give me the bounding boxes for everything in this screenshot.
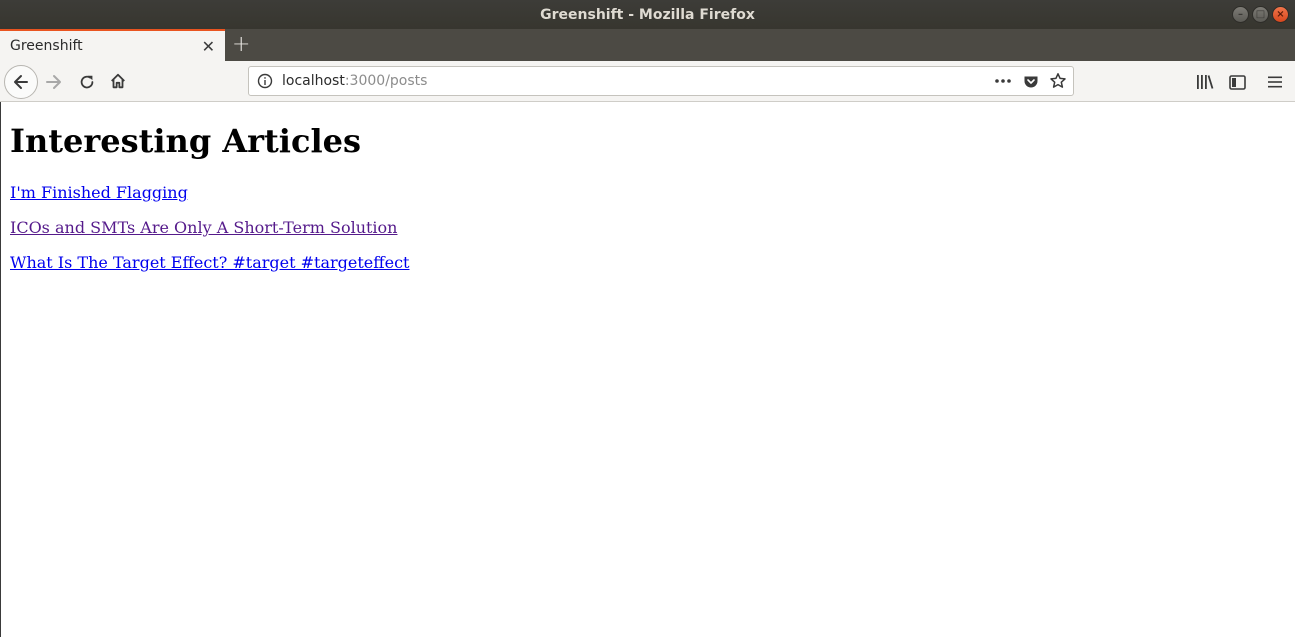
pocket-icon — [1024, 76, 1038, 88]
minimize-icon: – — [1238, 8, 1243, 20]
library-button[interactable] — [1195, 72, 1215, 92]
window-controls: – □ × — [1232, 6, 1289, 23]
window-title: Greenshift - Mozilla Firefox — [540, 6, 755, 23]
back-icon — [14, 75, 28, 89]
menu-button[interactable] — [1265, 72, 1285, 92]
bookmark-button[interactable] — [1049, 72, 1067, 90]
forward-button[interactable] — [44, 72, 64, 92]
back-button[interactable] — [4, 65, 38, 99]
url-host: localhost — [282, 73, 345, 89]
reload-button[interactable] — [77, 72, 97, 92]
url-path: :3000/posts — [344, 73, 428, 89]
forward-icon — [46, 75, 61, 89]
home-button[interactable] — [108, 71, 128, 91]
page-title: Interesting Articles — [10, 122, 361, 160]
site-info-button[interactable] — [257, 73, 273, 93]
post-link[interactable]: ICOs and SMTs Are Only A Short-Term Solu… — [10, 218, 397, 237]
pocket-button[interactable] — [1022, 73, 1040, 91]
tab-greenshift[interactable]: Greenshift ✕ — [0, 29, 225, 61]
close-icon: × — [1276, 8, 1285, 20]
window-titlebar: Greenshift - Mozilla Firefox – □ × — [0, 0, 1295, 29]
home-icon — [111, 73, 125, 89]
tab-label: Greenshift — [10, 38, 83, 54]
close-window-button[interactable]: × — [1272, 6, 1289, 23]
url-bar[interactable]: localhost:3000/posts — [248, 66, 1074, 96]
sidebar-button[interactable] — [1227, 72, 1247, 92]
reload-icon — [80, 75, 94, 89]
tab-close-icon[interactable]: ✕ — [202, 37, 215, 56]
url-text: localhost:3000/posts — [282, 73, 427, 89]
maximize-icon: □ — [1255, 8, 1266, 20]
navigation-toolbar: localhost:3000/posts — [0, 61, 1295, 102]
tab-strip: Greenshift ✕ + — [0, 29, 1295, 61]
post-link[interactable]: What Is The Target Effect? #target #targ… — [10, 253, 409, 272]
page-content: Interesting Articles I'm Finished Flaggi… — [0, 102, 1295, 637]
library-icon — [1197, 75, 1214, 89]
maximize-button[interactable]: □ — [1252, 6, 1269, 23]
bookmark-star-icon — [1050, 73, 1066, 88]
more-icon — [995, 79, 1011, 83]
page-actions-button[interactable] — [993, 73, 1013, 89]
minimize-button[interactable]: – — [1232, 6, 1249, 23]
sidebar-icon — [1228, 74, 1246, 90]
new-tab-button[interactable]: + — [232, 32, 250, 57]
post-link[interactable]: I'm Finished Flagging — [10, 183, 188, 202]
menu-icon — [1268, 76, 1282, 88]
info-icon — [257, 73, 273, 89]
